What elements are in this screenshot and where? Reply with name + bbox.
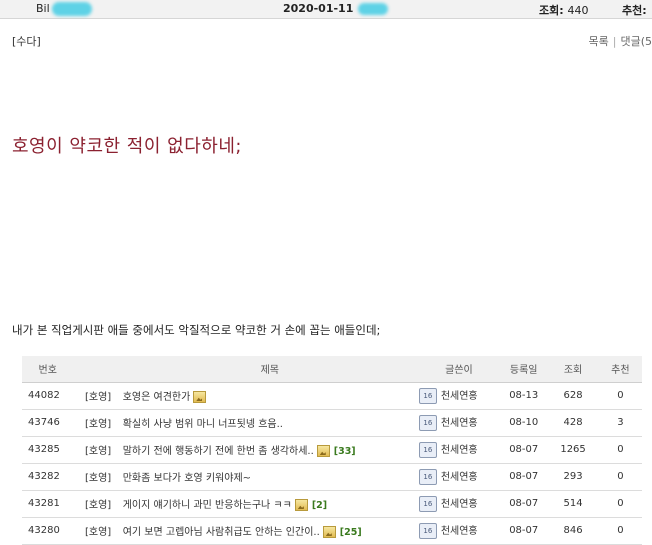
post-number: 43282 <box>22 463 74 490</box>
post-number: 43280 <box>22 517 74 544</box>
user-level-icon: 16 <box>419 469 437 485</box>
post-date: 08-13 <box>500 382 547 409</box>
post-recommend: 3 <box>599 409 642 436</box>
related-posts-table: 번호 제목 글쓴이 등록일 조회 추천 44082[호영]호영은 여견한가16천… <box>22 356 642 545</box>
image-attachment-icon <box>317 445 330 457</box>
post-recommend: 0 <box>599 382 642 409</box>
post-title-link[interactable]: 여기 보면 고렙아님 사람취급도 안하는 인간이.. <box>123 527 320 538</box>
comment-count[interactable]: [25] <box>340 527 362 538</box>
post-recommend: 0 <box>599 490 642 517</box>
post-title-cell[interactable]: 말하기 전에 행동하기 전에 한번 좀 생각하세.. [33] <box>122 436 418 463</box>
author-name[interactable]: 천세연홍 <box>441 418 478 429</box>
post-recommend: 0 <box>599 463 642 490</box>
author-cell[interactable]: 16 천세연홍 <box>418 436 500 463</box>
author-name[interactable]: 천세연홍 <box>441 526 478 537</box>
image-attachment-icon <box>193 391 206 403</box>
post-number: 44082 <box>22 382 74 409</box>
post-title-cell[interactable]: 확실히 사냥 범위 마니 너프됫넹 흐음.. <box>122 409 418 436</box>
author-name[interactable]: 천세연홍 <box>441 472 478 483</box>
table-row[interactable]: 43285[호영]말하기 전에 행동하기 전에 한번 좀 생각하세.. [33] 1… <box>22 436 642 463</box>
author-name[interactable]: 천세연홍 <box>441 445 478 456</box>
post-views: 1265 <box>547 436 598 463</box>
header-author: 글쓴이 <box>418 356 500 382</box>
user-level-icon: 16 <box>419 415 437 431</box>
post-date: 2020-01-11 <box>283 2 353 15</box>
post-date: 08-07 <box>500 463 547 490</box>
author-name[interactable]: 천세연홍 <box>441 391 478 402</box>
post-views: 514 <box>547 490 598 517</box>
post-category-tag[interactable]: [호영] <box>74 409 121 436</box>
post-category: [수다] <box>12 33 41 49</box>
user-level-icon: 16 <box>419 442 437 458</box>
post-title-link[interactable]: 확실히 사냥 범위 마니 너프됫넹 흐음.. <box>123 419 283 430</box>
post-date: 08-07 <box>500 490 547 517</box>
post-title-link[interactable]: 게이지 얘기하니 과민 반응하는구나 ㅋㅋ <box>123 500 292 511</box>
author-cell[interactable]: 16 천세연홍 <box>418 463 500 490</box>
post-headline: 호영이 약코한 적이 없다하네; <box>12 132 242 158</box>
table-row[interactable]: 43746[호영]확실히 사냥 범위 마니 너프됫넹 흐음.. 16 천세연홍 08-… <box>22 409 642 436</box>
author-name[interactable]: Bil <box>36 2 50 15</box>
post-category-tag[interactable]: [호영] <box>74 436 121 463</box>
comments-link[interactable]: 댓글(5 <box>620 35 652 48</box>
post-date: 08-10 <box>500 409 547 436</box>
list-link[interactable]: 목록 <box>589 35 609 48</box>
post-category-tag[interactable]: [호영] <box>74 463 121 490</box>
image-attachment-icon <box>295 499 308 511</box>
post-recommend: 0 <box>599 436 642 463</box>
post-views: 846 <box>547 517 598 544</box>
author-cell[interactable]: 16 천세연홍 <box>418 490 500 517</box>
header-title: 제목 <box>122 356 418 382</box>
header-views: 조회 <box>547 356 598 382</box>
image-attachment-icon <box>323 526 336 538</box>
table-row[interactable]: 43282[호영]만화좀 보다가 호영 키워야제~ 16 천세연홍 08-072930 <box>22 463 642 490</box>
post-date: 08-07 <box>500 436 547 463</box>
user-level-icon: 16 <box>419 388 437 404</box>
post-views: 293 <box>547 463 598 490</box>
table-row[interactable]: 43280[호영]여기 보면 고렙아님 사람취급도 안하는 인간이.. [25] 1… <box>22 517 642 544</box>
author-cell[interactable]: 16 천세연홍 <box>418 382 500 409</box>
author-name[interactable]: 천세연홍 <box>441 499 478 510</box>
comment-count[interactable]: [2] <box>312 500 327 511</box>
post-info-bar: Bil 2020-01-11 조회: 440 추천: <box>0 0 652 19</box>
post-category-tag[interactable]: [호영] <box>74 382 121 409</box>
post-views: 428 <box>547 409 598 436</box>
post-title-link[interactable]: 호영은 여견한가 <box>123 392 191 403</box>
table-row[interactable]: 43281[호영]게이지 얘기하니 과민 반응하는구나 ㅋㅋ [2] 16 천세연홍 0… <box>22 490 642 517</box>
post-category-tag[interactable]: [호영] <box>74 490 121 517</box>
post-title-cell[interactable]: 호영은 여견한가 <box>122 382 418 409</box>
post-title-cell[interactable]: 여기 보면 고렙아님 사람취급도 안하는 인간이.. [25] <box>122 517 418 544</box>
redaction-blur <box>52 2 92 16</box>
author-cell[interactable]: 16 천세연홍 <box>418 409 500 436</box>
author-cell[interactable]: 16 천세연홍 <box>418 517 500 544</box>
post-title-cell[interactable]: 만화좀 보다가 호영 키워야제~ <box>122 463 418 490</box>
comment-count[interactable]: [33] <box>334 446 356 457</box>
user-level-icon: 16 <box>419 523 437 539</box>
post-number: 43281 <box>22 490 74 517</box>
user-level-icon: 16 <box>419 496 437 512</box>
views-count: 조회: 440 <box>539 2 588 18</box>
post-title-link[interactable]: 말하기 전에 행동하기 전에 한번 좀 생각하세.. <box>123 446 314 457</box>
post-links: 목록|댓글(5 <box>589 33 652 49</box>
table-row[interactable]: 44082[호영]호영은 여견한가 16 천세연홍 08-136280 <box>22 382 642 409</box>
table-header-row: 번호 제목 글쓴이 등록일 조회 추천 <box>22 356 642 382</box>
header-date: 등록일 <box>500 356 547 382</box>
post-number: 43285 <box>22 436 74 463</box>
header-number: 번호 <box>22 356 74 382</box>
post-category-tag[interactable]: [호영] <box>74 517 121 544</box>
post-title-cell[interactable]: 게이지 얘기하니 과민 반응하는구나 ㅋㅋ [2] <box>122 490 418 517</box>
redaction-blur <box>358 3 388 15</box>
post-date: 08-07 <box>500 517 547 544</box>
header-recommend: 추천 <box>599 356 642 382</box>
post-number: 43746 <box>22 409 74 436</box>
post-body-text: 내가 본 직업게시판 애들 중에서도 악질적으로 약코한 거 손에 꼽는 애들인… <box>12 322 380 338</box>
post-title-link[interactable]: 만화좀 보다가 호영 키워야제~ <box>123 473 251 484</box>
recommend-count: 추천: <box>622 2 647 18</box>
post-views: 628 <box>547 382 598 409</box>
post-recommend: 0 <box>599 517 642 544</box>
